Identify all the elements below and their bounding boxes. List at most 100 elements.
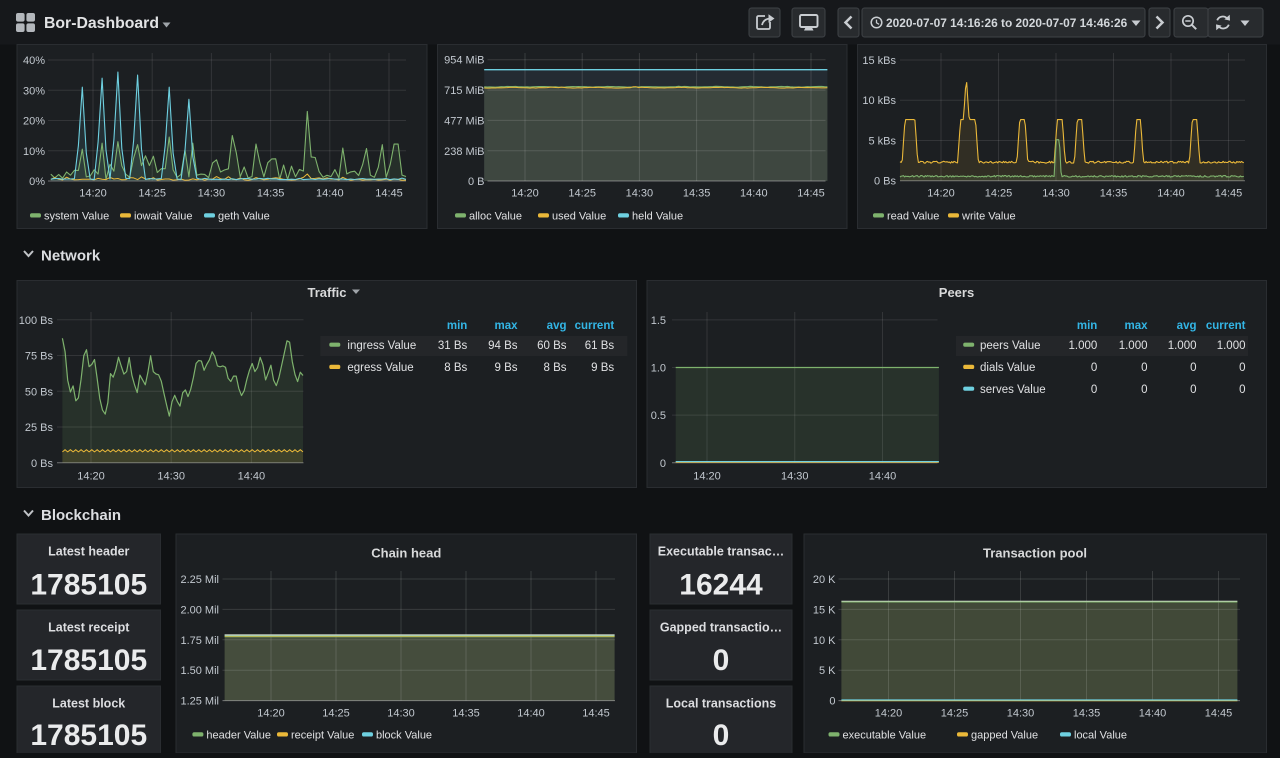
svg-text:read Value: read Value: [887, 211, 939, 223]
svg-text:2.00 Mil: 2.00 Mil: [180, 604, 219, 616]
svg-text:geth Value: geth Value: [218, 211, 270, 223]
svg-text:14:25: 14:25: [985, 188, 1013, 200]
svg-text:100 Bs: 100 Bs: [19, 315, 54, 327]
svg-text:Latest receipt: Latest receipt: [48, 621, 130, 635]
svg-text:14:20: 14:20: [511, 188, 539, 200]
svg-text:5 kBs: 5 kBs: [868, 135, 896, 147]
svg-text:14:25: 14:25: [568, 188, 596, 200]
svg-text:0 B: 0 B: [468, 176, 485, 188]
svg-text:1.000: 1.000: [1217, 340, 1246, 352]
svg-text:0 Bs: 0 Bs: [874, 176, 897, 188]
svg-text:14:35: 14:35: [257, 188, 285, 200]
svg-text:14:20: 14:20: [77, 471, 105, 483]
svg-text:9 Bs: 9 Bs: [591, 362, 614, 374]
svg-text:0.5: 0.5: [651, 410, 666, 422]
svg-text:max: max: [494, 320, 518, 332]
svg-text:0: 0: [829, 696, 835, 708]
svg-text:15 kBs: 15 kBs: [862, 55, 896, 67]
svg-text:block Value: block Value: [376, 730, 432, 742]
svg-text:dials Value: dials Value: [980, 362, 1035, 374]
svg-text:local Value: local Value: [1074, 730, 1127, 742]
svg-text:current: current: [575, 320, 615, 332]
svg-text:alloc Value: alloc Value: [469, 211, 522, 223]
svg-text:14:20: 14:20: [875, 708, 903, 720]
svg-text:iowait Value: iowait Value: [134, 211, 193, 223]
svg-text:0: 0: [713, 644, 730, 677]
svg-text:0: 0: [1091, 362, 1097, 374]
svg-text:gapped Value: gapped Value: [971, 730, 1038, 742]
svg-text:max: max: [1124, 320, 1148, 332]
svg-text:header Value: header Value: [206, 730, 271, 742]
svg-text:10 K: 10 K: [813, 635, 836, 647]
svg-text:avg: avg: [547, 320, 567, 332]
svg-text:14:20: 14:20: [79, 188, 107, 200]
svg-text:10%: 10%: [23, 146, 45, 158]
svg-text:14:35: 14:35: [683, 188, 711, 200]
svg-text:14:40: 14:40: [316, 188, 344, 200]
svg-text:14:45: 14:45: [375, 188, 403, 200]
svg-text:14:40: 14:40: [869, 471, 897, 483]
svg-text:0: 0: [1239, 384, 1245, 396]
svg-text:1785105: 1785105: [30, 719, 147, 752]
svg-text:1785105: 1785105: [30, 644, 147, 677]
svg-text:2020-07-07 14:16:26 to 2020-07: 2020-07-07 14:16:26 to 2020-07-07 14:46:…: [886, 16, 1128, 30]
svg-text:9 Bs: 9 Bs: [494, 362, 517, 374]
svg-text:0: 0: [660, 458, 666, 470]
svg-text:executable Value: executable Value: [843, 730, 927, 742]
svg-text:0%: 0%: [29, 176, 45, 188]
svg-text:system Value: system Value: [44, 211, 109, 223]
svg-text:peers Value: peers Value: [980, 340, 1041, 352]
svg-text:60 Bs: 60 Bs: [537, 340, 567, 352]
svg-text:0 Bs: 0 Bs: [31, 458, 54, 470]
svg-text:ingress Value: ingress Value: [347, 340, 416, 352]
svg-text:14:35: 14:35: [1073, 708, 1101, 720]
svg-text:1.5: 1.5: [651, 315, 666, 327]
svg-text:14:20: 14:20: [257, 708, 285, 720]
svg-text:61 Bs: 61 Bs: [585, 340, 615, 352]
svg-text:avg: avg: [1177, 320, 1197, 332]
svg-text:14:35: 14:35: [1100, 188, 1128, 200]
svg-text:15 K: 15 K: [813, 604, 836, 616]
svg-text:Traffic: Traffic: [307, 285, 346, 300]
svg-text:1785105: 1785105: [30, 569, 147, 602]
svg-text:receipt Value: receipt Value: [291, 730, 354, 742]
svg-text:14:45: 14:45: [582, 708, 610, 720]
svg-text:75 Bs: 75 Bs: [25, 351, 54, 363]
svg-text:write Value: write Value: [961, 211, 1016, 223]
svg-text:Latest block: Latest block: [52, 697, 125, 711]
svg-text:14:30: 14:30: [198, 188, 226, 200]
svg-text:16244: 16244: [679, 569, 763, 602]
svg-text:Peers: Peers: [939, 285, 974, 300]
svg-text:0: 0: [1239, 362, 1245, 374]
svg-text:14:20: 14:20: [927, 188, 955, 200]
svg-text:14:40: 14:40: [1139, 708, 1167, 720]
svg-text:8 Bs: 8 Bs: [543, 362, 566, 374]
svg-text:10 kBs: 10 kBs: [862, 95, 896, 107]
svg-text:Latest header: Latest header: [48, 545, 129, 559]
svg-text:20 K: 20 K: [813, 574, 836, 586]
svg-text:Blockchain: Blockchain: [41, 507, 121, 524]
svg-text:14:25: 14:25: [941, 708, 969, 720]
svg-text:Network: Network: [41, 248, 101, 265]
svg-text:14:30: 14:30: [1007, 708, 1035, 720]
svg-text:14:40: 14:40: [238, 471, 266, 483]
svg-text:2.25 Mil: 2.25 Mil: [180, 574, 219, 586]
svg-text:Chain head: Chain head: [371, 546, 441, 561]
svg-text:min: min: [1077, 320, 1097, 332]
svg-text:0: 0: [1190, 384, 1196, 396]
svg-text:1.50 Mil: 1.50 Mil: [180, 665, 219, 677]
svg-text:14:45: 14:45: [1205, 708, 1233, 720]
svg-text:0: 0: [1091, 384, 1097, 396]
svg-text:5 K: 5 K: [819, 665, 836, 677]
svg-text:0: 0: [713, 719, 730, 752]
svg-text:14:40: 14:40: [740, 188, 768, 200]
svg-text:used Value: used Value: [552, 211, 606, 223]
svg-text:14:30: 14:30: [781, 471, 809, 483]
svg-text:1.75 Mil: 1.75 Mil: [180, 635, 219, 647]
svg-text:Gapped transactio…: Gapped transactio…: [660, 621, 782, 635]
svg-text:94 Bs: 94 Bs: [488, 340, 518, 352]
svg-text:238 MiB: 238 MiB: [444, 146, 484, 158]
svg-text:0: 0: [1190, 362, 1196, 374]
svg-text:14:25: 14:25: [322, 708, 350, 720]
svg-text:0: 0: [1141, 362, 1147, 374]
